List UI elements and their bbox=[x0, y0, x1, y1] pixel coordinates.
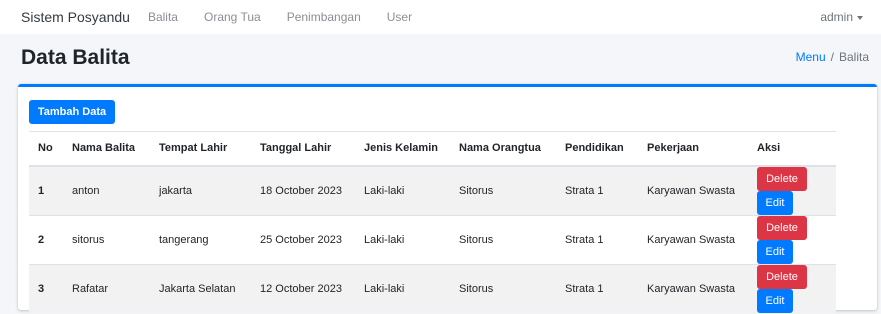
cell-nama-orangtua: Sitorus bbox=[450, 214, 556, 264]
balita-table: No Nama Balita Tempat Lahir Tanggal Lahi… bbox=[29, 131, 836, 313]
cell-tempat-lahir: tangerang bbox=[150, 214, 251, 264]
edit-button[interactable]: Edit bbox=[757, 239, 793, 264]
brand-link[interactable]: Sistem Posyandu bbox=[21, 9, 130, 25]
nav-link-orang-tua[interactable]: Orang Tua bbox=[204, 10, 261, 24]
user-menu-dropdown[interactable]: admin bbox=[820, 10, 863, 24]
cell-aksi: DeleteEdit bbox=[748, 165, 836, 215]
nav-link-penimbangan[interactable]: Penimbangan bbox=[287, 10, 361, 24]
cell-pendidikan: Strata 1 bbox=[556, 165, 638, 215]
cell-aksi: DeleteEdit bbox=[748, 263, 836, 313]
header-jenis-kelamin: Jenis Kelamin bbox=[355, 131, 450, 167]
cell-tanggal-lahir: 18 October 2023 bbox=[251, 165, 355, 215]
header-no: No bbox=[29, 131, 63, 167]
header-pekerjaan: Pekerjaan bbox=[638, 131, 748, 167]
header-tanggal-lahir: Tanggal Lahir bbox=[251, 131, 355, 167]
cell-tempat-lahir: Jakarta Selatan bbox=[150, 263, 251, 313]
cell-no: 2 bbox=[29, 214, 63, 264]
edit-button[interactable]: Edit bbox=[757, 190, 793, 215]
cell-tanggal-lahir: 25 October 2023 bbox=[251, 214, 355, 264]
cell-nama-orangtua: Sitorus bbox=[450, 165, 556, 215]
breadcrumb-separator: / bbox=[830, 50, 834, 64]
cell-no: 1 bbox=[29, 165, 63, 215]
delete-button[interactable]: Delete bbox=[757, 166, 807, 191]
cell-pekerjaan: Karyawan Swasta bbox=[638, 263, 748, 313]
cell-nama-balita: anton bbox=[63, 165, 150, 215]
caret-down-icon bbox=[857, 15, 863, 20]
cell-nama-balita: sitorus bbox=[63, 214, 150, 264]
header-nama-orangtua: Nama Orangtua bbox=[450, 131, 556, 167]
cell-jenis-kelamin: Laki-laki bbox=[355, 214, 450, 264]
cell-pendidikan: Strata 1 bbox=[556, 263, 638, 313]
table-row: 3 Rafatar Jakarta Selatan 12 October 202… bbox=[29, 263, 836, 313]
cell-pendidikan: Strata 1 bbox=[556, 214, 638, 264]
header-nama-balita: Nama Balita bbox=[63, 131, 150, 167]
data-card: Tambah Data No Nama Balita Tempat Lahir … bbox=[18, 84, 877, 313]
delete-button[interactable]: Delete bbox=[757, 215, 807, 240]
breadcrumb: Menu / Balita bbox=[796, 50, 869, 64]
user-name: admin bbox=[820, 10, 853, 24]
cell-jenis-kelamin: Laki-laki bbox=[355, 165, 450, 215]
cell-pekerjaan: Karyawan Swasta bbox=[638, 214, 748, 264]
header-tempat-lahir: Tempat Lahir bbox=[150, 131, 251, 167]
table-header-row: No Nama Balita Tempat Lahir Tanggal Lahi… bbox=[29, 131, 836, 167]
cell-jenis-kelamin: Laki-laki bbox=[355, 263, 450, 313]
cell-tempat-lahir: jakarta bbox=[150, 165, 251, 215]
edit-button[interactable]: Edit bbox=[757, 288, 793, 313]
cell-nama-orangtua: Sitorus bbox=[450, 263, 556, 313]
delete-button[interactable]: Delete bbox=[757, 264, 807, 289]
page-title: Data Balita bbox=[21, 46, 130, 69]
cell-tanggal-lahir: 12 October 2023 bbox=[251, 263, 355, 313]
nav-link-user[interactable]: User bbox=[387, 10, 412, 24]
cell-no: 3 bbox=[29, 263, 63, 313]
top-navbar: Sistem Posyandu Balita Orang Tua Penimba… bbox=[0, 0, 881, 34]
nav-link-balita[interactable]: Balita bbox=[148, 10, 178, 24]
breadcrumb-current: Balita bbox=[838, 50, 869, 64]
add-data-button[interactable]: Tambah Data bbox=[29, 100, 115, 124]
cell-pekerjaan: Karyawan Swasta bbox=[638, 165, 748, 215]
table-row: 2 sitorus tangerang 25 October 2023 Laki… bbox=[29, 214, 836, 264]
table-row: 1 anton jakarta 18 October 2023 Laki-lak… bbox=[29, 165, 836, 215]
cell-nama-balita: Rafatar bbox=[63, 263, 150, 313]
cell-aksi: DeleteEdit bbox=[748, 214, 836, 264]
breadcrumb-home-link[interactable]: Menu bbox=[796, 50, 826, 64]
header-aksi: Aksi bbox=[748, 131, 836, 167]
header-pendidikan: Pendidikan bbox=[556, 131, 638, 167]
